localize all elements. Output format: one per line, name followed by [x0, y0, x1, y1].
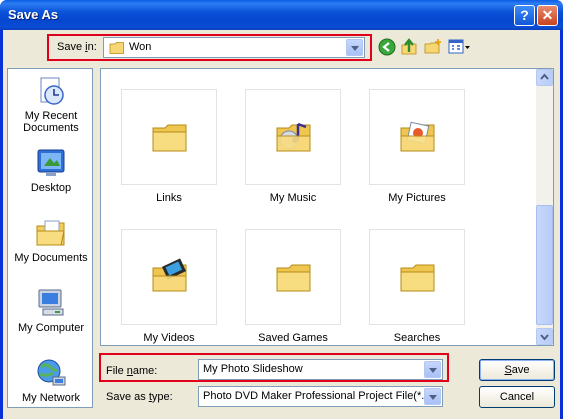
thumbnail-frame [121, 89, 217, 185]
file-name-label: My Videos [143, 332, 195, 344]
place-label: My Documents [14, 252, 88, 264]
vertical-scrollbar[interactable] [536, 69, 553, 345]
place-label: Desktop [30, 182, 72, 194]
recent-documents-icon [40, 77, 64, 105]
folder-icon [276, 264, 311, 292]
file-item-my-videos[interactable]: My Videos [121, 229, 217, 344]
thumbnail-frame [369, 229, 465, 325]
pictures-folder-icon [400, 121, 435, 152]
save-as-type-label: Save as type: [106, 391, 173, 403]
save-as-type-value: Photo DVD Maker Professional Project Fil… [203, 390, 425, 402]
folder-icon [152, 124, 187, 152]
save-in-value: Won [129, 41, 152, 53]
file-name-label: File name: [106, 365, 158, 377]
file-name-input[interactable]: My Photo Slideshow [198, 359, 443, 380]
help-button[interactable]: ? [514, 5, 535, 26]
close-button[interactable]: ✕ [537, 5, 558, 26]
file-name-label: Links [156, 192, 182, 204]
thumbnail-frame [121, 229, 217, 325]
new-folder-icon[interactable] [424, 38, 442, 56]
title-bar[interactable]: Save As ? ✕ [0, 0, 563, 30]
place-desktop[interactable]: Desktop [8, 147, 94, 194]
thumbnail-frame [245, 229, 341, 325]
music-folder-icon [276, 122, 311, 152]
scroll-up-icon[interactable] [536, 69, 553, 86]
file-name-label: Saved Games [258, 332, 328, 344]
file-name-label: My Music [269, 192, 317, 204]
folder-icon [400, 264, 435, 292]
chevron-down-icon[interactable] [346, 39, 363, 56]
scroll-down-icon[interactable] [536, 328, 553, 345]
save-button[interactable]: Save [479, 359, 555, 381]
folder-icon [109, 42, 124, 54]
file-item-my-music[interactable]: My Music [245, 89, 341, 204]
desktop-icon [37, 149, 65, 176]
file-item-my-pictures[interactable]: My Pictures [369, 89, 465, 204]
my-computer-icon [38, 289, 64, 316]
my-network-icon [37, 359, 66, 386]
file-name-label: My Pictures [388, 192, 446, 204]
place-label: My Network [21, 392, 81, 404]
file-name-value: My Photo Slideshow [203, 363, 303, 375]
save-in-dropdown[interactable]: Won [103, 37, 365, 58]
file-list-view[interactable]: Links My Music My Pictures My Videos Sav… [100, 68, 554, 346]
save-as-type-dropdown[interactable]: Photo DVD Maker Professional Project Fil… [198, 386, 443, 407]
place-label: My Recent [24, 110, 78, 122]
save-in-label: Save in: [57, 41, 97, 53]
places-bar: My Recent Documents Desktop My Documents… [7, 68, 93, 408]
view-menu-icon[interactable] [448, 38, 472, 56]
file-item-saved-games[interactable]: Saved Games [245, 229, 341, 344]
place-my-computer[interactable]: My Computer [8, 287, 94, 334]
thumbnail-frame [369, 89, 465, 185]
up-folder-icon[interactable] [400, 38, 418, 56]
chevron-down-icon[interactable] [424, 361, 441, 378]
videos-folder-icon [152, 258, 187, 292]
thumbnail-frame [245, 89, 341, 185]
file-item-links[interactable]: Links [121, 89, 217, 204]
file-name-label: Searches [393, 332, 441, 344]
chevron-down-icon[interactable] [424, 388, 441, 405]
dialog-title: Save As [8, 7, 59, 22]
place-my-recent-documents[interactable]: My Recent Documents [8, 75, 94, 134]
place-my-network[interactable]: My Network [8, 357, 94, 404]
place-my-documents[interactable]: My Documents [8, 217, 94, 264]
file-item-searches[interactable]: Searches [369, 229, 465, 344]
place-label: My Computer [17, 322, 85, 334]
scroll-thumb[interactable] [536, 205, 553, 325]
place-label: Documents [23, 122, 79, 134]
back-icon[interactable] [378, 38, 396, 56]
cancel-button[interactable]: Cancel [479, 386, 555, 408]
my-documents-icon [36, 220, 65, 246]
